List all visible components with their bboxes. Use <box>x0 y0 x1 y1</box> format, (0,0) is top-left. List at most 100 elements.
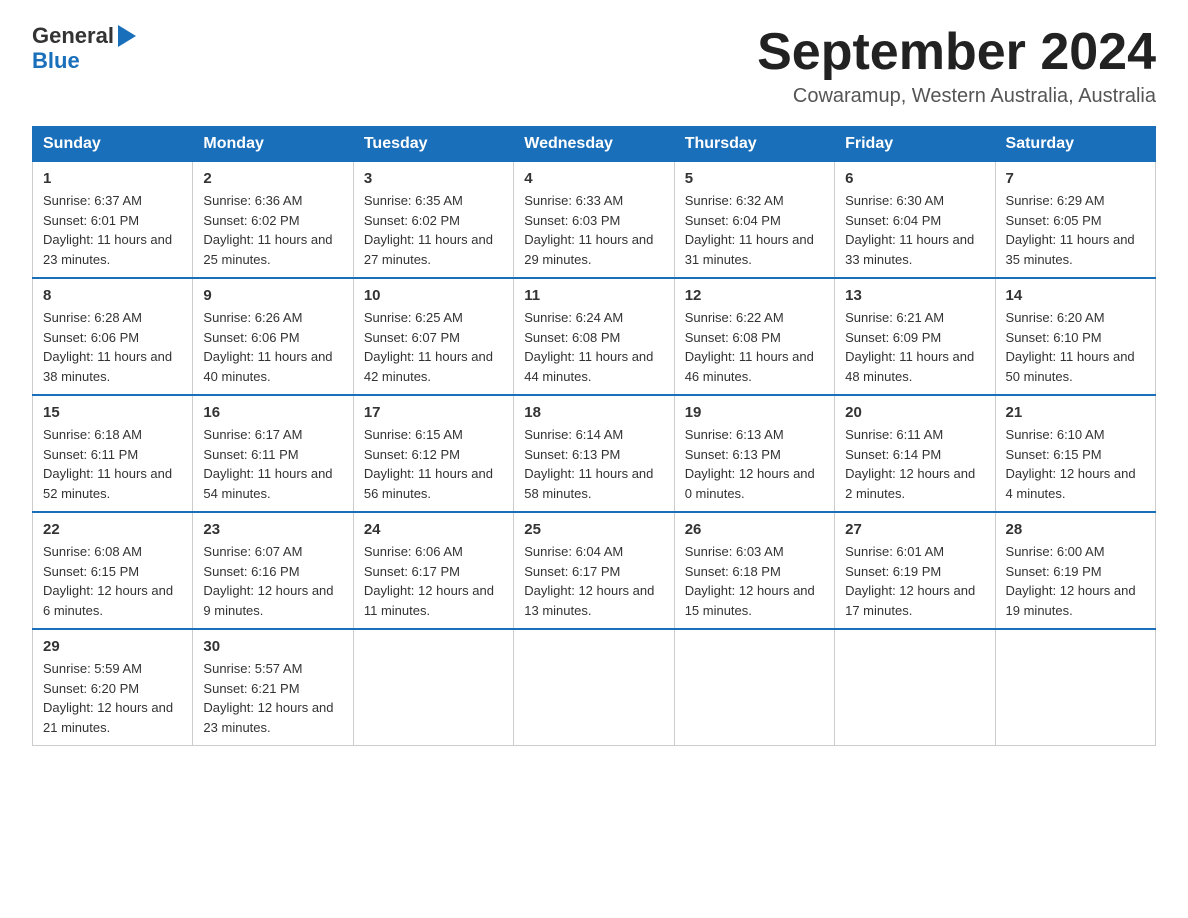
page-header: General Blue September 2024 Cowaramup, W… <box>32 24 1156 108</box>
header-thursday: Thursday <box>674 127 834 162</box>
calendar-day-cell: 28 Sunrise: 6:00 AM Sunset: 6:19 PM Dayl… <box>995 512 1155 629</box>
weekday-header-row: Sunday Monday Tuesday Wednesday Thursday… <box>33 127 1156 162</box>
day-info: Sunrise: 6:06 AM Sunset: 6:17 PM Dayligh… <box>364 542 503 620</box>
day-info: Sunrise: 6:10 AM Sunset: 6:15 PM Dayligh… <box>1006 425 1145 503</box>
calendar-day-cell: 16 Sunrise: 6:17 AM Sunset: 6:11 PM Dayl… <box>193 395 353 512</box>
day-info: Sunrise: 6:26 AM Sunset: 6:06 PM Dayligh… <box>203 308 342 386</box>
day-info: Sunrise: 6:15 AM Sunset: 6:12 PM Dayligh… <box>364 425 503 503</box>
logo-triangle-icon <box>118 25 136 47</box>
calendar-day-cell: 14 Sunrise: 6:20 AM Sunset: 6:10 PM Dayl… <box>995 278 1155 395</box>
day-info: Sunrise: 6:17 AM Sunset: 6:11 PM Dayligh… <box>203 425 342 503</box>
logo-blue: Blue <box>32 48 80 74</box>
calendar-day-cell: 26 Sunrise: 6:03 AM Sunset: 6:18 PM Dayl… <box>674 512 834 629</box>
day-info: Sunrise: 6:35 AM Sunset: 6:02 PM Dayligh… <box>364 191 503 269</box>
calendar-day-cell <box>835 629 995 746</box>
calendar-day-cell: 24 Sunrise: 6:06 AM Sunset: 6:17 PM Dayl… <box>353 512 513 629</box>
day-info: Sunrise: 6:37 AM Sunset: 6:01 PM Dayligh… <box>43 191 182 269</box>
day-number: 21 <box>1006 404 1145 421</box>
day-info: Sunrise: 6:08 AM Sunset: 6:15 PM Dayligh… <box>43 542 182 620</box>
day-number: 18 <box>524 404 663 421</box>
day-number: 10 <box>364 287 503 304</box>
calendar-day-cell: 21 Sunrise: 6:10 AM Sunset: 6:15 PM Dayl… <box>995 395 1155 512</box>
calendar-day-cell: 18 Sunrise: 6:14 AM Sunset: 6:13 PM Dayl… <box>514 395 674 512</box>
calendar-day-cell: 1 Sunrise: 6:37 AM Sunset: 6:01 PM Dayli… <box>33 162 193 279</box>
day-number: 1 <box>43 170 182 187</box>
header-friday: Friday <box>835 127 995 162</box>
day-info: Sunrise: 6:18 AM Sunset: 6:11 PM Dayligh… <box>43 425 182 503</box>
day-number: 4 <box>524 170 663 187</box>
day-number: 22 <box>43 521 182 538</box>
day-info: Sunrise: 6:29 AM Sunset: 6:05 PM Dayligh… <box>1006 191 1145 269</box>
calendar-title-area: September 2024 Cowaramup, Western Austra… <box>757 24 1156 108</box>
day-info: Sunrise: 6:20 AM Sunset: 6:10 PM Dayligh… <box>1006 308 1145 386</box>
calendar-day-cell: 2 Sunrise: 6:36 AM Sunset: 6:02 PM Dayli… <box>193 162 353 279</box>
header-tuesday: Tuesday <box>353 127 513 162</box>
calendar-day-cell: 11 Sunrise: 6:24 AM Sunset: 6:08 PM Dayl… <box>514 278 674 395</box>
day-number: 5 <box>685 170 824 187</box>
calendar-table: Sunday Monday Tuesday Wednesday Thursday… <box>32 126 1156 746</box>
calendar-week-row: 29 Sunrise: 5:59 AM Sunset: 6:20 PM Dayl… <box>33 629 1156 746</box>
day-number: 30 <box>203 638 342 655</box>
calendar-day-cell: 12 Sunrise: 6:22 AM Sunset: 6:08 PM Dayl… <box>674 278 834 395</box>
day-number: 16 <box>203 404 342 421</box>
day-number: 19 <box>685 404 824 421</box>
calendar-week-row: 1 Sunrise: 6:37 AM Sunset: 6:01 PM Dayli… <box>33 162 1156 279</box>
calendar-day-cell <box>514 629 674 746</box>
header-sunday: Sunday <box>33 127 193 162</box>
calendar-day-cell: 15 Sunrise: 6:18 AM Sunset: 6:11 PM Dayl… <box>33 395 193 512</box>
calendar-day-cell <box>353 629 513 746</box>
day-info: Sunrise: 6:24 AM Sunset: 6:08 PM Dayligh… <box>524 308 663 386</box>
calendar-day-cell: 19 Sunrise: 6:13 AM Sunset: 6:13 PM Dayl… <box>674 395 834 512</box>
header-monday: Monday <box>193 127 353 162</box>
day-number: 27 <box>845 521 984 538</box>
calendar-day-cell: 7 Sunrise: 6:29 AM Sunset: 6:05 PM Dayli… <box>995 162 1155 279</box>
calendar-day-cell: 3 Sunrise: 6:35 AM Sunset: 6:02 PM Dayli… <box>353 162 513 279</box>
day-info: Sunrise: 6:13 AM Sunset: 6:13 PM Dayligh… <box>685 425 824 503</box>
month-title: September 2024 <box>757 24 1156 81</box>
calendar-week-row: 22 Sunrise: 6:08 AM Sunset: 6:15 PM Dayl… <box>33 512 1156 629</box>
day-number: 11 <box>524 287 663 304</box>
calendar-day-cell: 10 Sunrise: 6:25 AM Sunset: 6:07 PM Dayl… <box>353 278 513 395</box>
day-info: Sunrise: 6:33 AM Sunset: 6:03 PM Dayligh… <box>524 191 663 269</box>
day-number: 28 <box>1006 521 1145 538</box>
calendar-day-cell: 22 Sunrise: 6:08 AM Sunset: 6:15 PM Dayl… <box>33 512 193 629</box>
day-number: 25 <box>524 521 663 538</box>
day-info: Sunrise: 6:22 AM Sunset: 6:08 PM Dayligh… <box>685 308 824 386</box>
header-wednesday: Wednesday <box>514 127 674 162</box>
day-number: 29 <box>43 638 182 655</box>
day-info: Sunrise: 6:21 AM Sunset: 6:09 PM Dayligh… <box>845 308 984 386</box>
day-number: 17 <box>364 404 503 421</box>
header-saturday: Saturday <box>995 127 1155 162</box>
calendar-day-cell: 30 Sunrise: 5:57 AM Sunset: 6:21 PM Dayl… <box>193 629 353 746</box>
day-info: Sunrise: 6:03 AM Sunset: 6:18 PM Dayligh… <box>685 542 824 620</box>
logo: General Blue <box>32 24 136 74</box>
calendar-day-cell: 27 Sunrise: 6:01 AM Sunset: 6:19 PM Dayl… <box>835 512 995 629</box>
calendar-day-cell: 29 Sunrise: 5:59 AM Sunset: 6:20 PM Dayl… <box>33 629 193 746</box>
day-info: Sunrise: 6:36 AM Sunset: 6:02 PM Dayligh… <box>203 191 342 269</box>
day-number: 26 <box>685 521 824 538</box>
day-number: 24 <box>364 521 503 538</box>
day-number: 13 <box>845 287 984 304</box>
calendar-day-cell: 9 Sunrise: 6:26 AM Sunset: 6:06 PM Dayli… <box>193 278 353 395</box>
calendar-day-cell: 17 Sunrise: 6:15 AM Sunset: 6:12 PM Dayl… <box>353 395 513 512</box>
calendar-day-cell: 20 Sunrise: 6:11 AM Sunset: 6:14 PM Dayl… <box>835 395 995 512</box>
day-number: 23 <box>203 521 342 538</box>
day-info: Sunrise: 6:32 AM Sunset: 6:04 PM Dayligh… <box>685 191 824 269</box>
day-info: Sunrise: 6:25 AM Sunset: 6:07 PM Dayligh… <box>364 308 503 386</box>
day-info: Sunrise: 6:28 AM Sunset: 6:06 PM Dayligh… <box>43 308 182 386</box>
day-info: Sunrise: 6:07 AM Sunset: 6:16 PM Dayligh… <box>203 542 342 620</box>
day-info: Sunrise: 6:14 AM Sunset: 6:13 PM Dayligh… <box>524 425 663 503</box>
day-number: 14 <box>1006 287 1145 304</box>
day-number: 7 <box>1006 170 1145 187</box>
location-title: Cowaramup, Western Australia, Australia <box>757 85 1156 108</box>
calendar-day-cell: 4 Sunrise: 6:33 AM Sunset: 6:03 PM Dayli… <box>514 162 674 279</box>
calendar-day-cell: 6 Sunrise: 6:30 AM Sunset: 6:04 PM Dayli… <box>835 162 995 279</box>
day-number: 20 <box>845 404 984 421</box>
calendar-day-cell: 13 Sunrise: 6:21 AM Sunset: 6:09 PM Dayl… <box>835 278 995 395</box>
day-number: 9 <box>203 287 342 304</box>
logo-general: General <box>32 24 114 48</box>
calendar-day-cell: 25 Sunrise: 6:04 AM Sunset: 6:17 PM Dayl… <box>514 512 674 629</box>
day-info: Sunrise: 6:11 AM Sunset: 6:14 PM Dayligh… <box>845 425 984 503</box>
day-number: 6 <box>845 170 984 187</box>
day-info: Sunrise: 6:01 AM Sunset: 6:19 PM Dayligh… <box>845 542 984 620</box>
